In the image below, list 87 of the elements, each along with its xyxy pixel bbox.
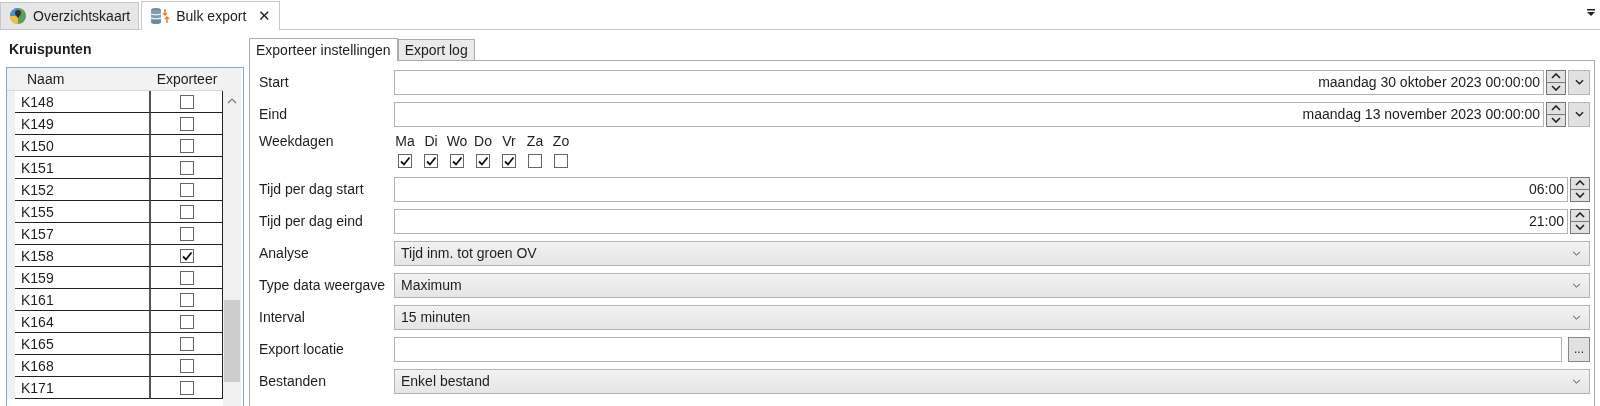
weekday-label: Di bbox=[424, 133, 438, 149]
table-cell: K165 bbox=[15, 333, 151, 355]
dropdown[interactable]: Enkel bestand bbox=[394, 368, 1590, 394]
table-cell: K157 bbox=[15, 223, 151, 245]
spin-buttons[interactable] bbox=[1570, 208, 1590, 234]
checkbox[interactable] bbox=[450, 154, 464, 168]
checkbox[interactable] bbox=[179, 314, 194, 329]
time-field[interactable]: 06:00 bbox=[394, 176, 1568, 202]
caret-icon bbox=[1574, 111, 1584, 117]
checkbox[interactable] bbox=[179, 358, 194, 373]
checkbox[interactable] bbox=[554, 154, 568, 168]
table-cell: K149 bbox=[15, 113, 151, 135]
table-cell: K171 bbox=[15, 377, 151, 399]
weekday-label: Wo bbox=[446, 133, 468, 149]
spin-buttons[interactable] bbox=[1546, 69, 1566, 95]
caret-icon bbox=[1572, 282, 1581, 288]
checkbox[interactable] bbox=[179, 292, 194, 307]
path-field[interactable] bbox=[394, 336, 1562, 362]
checkbox[interactable] bbox=[398, 154, 412, 168]
calendar-dropdown-button[interactable] bbox=[1568, 69, 1590, 95]
checkbox[interactable] bbox=[502, 154, 516, 168]
checkbox[interactable] bbox=[179, 248, 194, 263]
table-cell: K151 bbox=[15, 157, 151, 179]
spin-buttons[interactable] bbox=[1570, 176, 1590, 202]
calendar-dropdown-button[interactable] bbox=[1568, 101, 1590, 127]
table-cell: K148 bbox=[15, 91, 151, 113]
map-pin-icon bbox=[9, 7, 27, 25]
caret-icon bbox=[1572, 314, 1581, 320]
table-cell: K168 bbox=[15, 355, 151, 377]
field-label: Eind bbox=[258, 106, 289, 122]
spin-buttons[interactable] bbox=[1546, 101, 1566, 127]
tab[interactable]: Export log bbox=[397, 39, 475, 60]
table-cell: K155 bbox=[15, 201, 151, 223]
checkbox[interactable] bbox=[179, 336, 194, 351]
caret-icon bbox=[1574, 79, 1584, 85]
tab[interactable]: Exporteer instellingen bbox=[249, 38, 398, 61]
dropdown[interactable]: 15 minuten bbox=[394, 304, 1590, 330]
checkbox[interactable] bbox=[179, 204, 194, 219]
document-tab[interactable]: Overzichtskaart bbox=[0, 2, 140, 29]
weekday-label: Zo bbox=[552, 133, 570, 149]
scroll-up-icon[interactable] bbox=[227, 98, 237, 104]
table-cell: K161 bbox=[15, 289, 151, 311]
overflow-menu-icon[interactable] bbox=[1586, 8, 1596, 18]
close-button[interactable]: ✕ bbox=[258, 7, 272, 25]
date-time-field[interactable]: maandag 30 oktober 2023 00:00:00 bbox=[394, 69, 1544, 95]
caret-icon bbox=[1572, 378, 1581, 384]
checkbox[interactable] bbox=[179, 138, 194, 153]
checkbox[interactable] bbox=[179, 94, 194, 109]
checkbox[interactable] bbox=[179, 226, 194, 241]
field-label: Weekdagen bbox=[258, 133, 335, 149]
table-cell: K158 bbox=[15, 245, 151, 267]
weekday-label: Vr bbox=[502, 133, 516, 149]
field-label: Analyse bbox=[258, 245, 310, 261]
field-label: Start bbox=[258, 74, 290, 90]
checkbox[interactable] bbox=[476, 154, 490, 168]
checkbox[interactable] bbox=[179, 380, 194, 395]
field-label: Tijd per dag eind bbox=[258, 213, 364, 229]
column-header[interactable]: Exporteer bbox=[151, 68, 223, 90]
field-label: Export locatie bbox=[258, 341, 345, 357]
field-label: Type data weergave bbox=[258, 277, 387, 293]
scrollbar-thumb[interactable] bbox=[224, 300, 240, 382]
table-cell: K159 bbox=[15, 267, 151, 289]
table-cell: K150 bbox=[15, 135, 151, 157]
date-time-field[interactable]: maandag 13 november 2023 00:00:00 bbox=[394, 101, 1544, 127]
table-cell: K152 bbox=[15, 179, 151, 201]
table-cell: K164 bbox=[15, 311, 151, 333]
field-label: Bestanden bbox=[258, 373, 327, 389]
checkbox[interactable] bbox=[179, 270, 194, 285]
column-header[interactable]: Naam bbox=[15, 68, 151, 90]
checkbox[interactable] bbox=[179, 160, 194, 175]
panel-title: Kruispunten bbox=[8, 40, 93, 59]
time-field[interactable]: 21:00 bbox=[394, 208, 1568, 234]
field-label: Interval bbox=[258, 309, 306, 325]
checkbox[interactable] bbox=[424, 154, 438, 168]
weekday-label: Ma bbox=[395, 133, 415, 149]
database-icon bbox=[150, 7, 171, 25]
weekday-label: Za bbox=[526, 133, 544, 149]
browse-button[interactable]: ... bbox=[1568, 336, 1590, 362]
checkbox[interactable] bbox=[179, 116, 194, 131]
dropdown[interactable]: Maximum bbox=[394, 272, 1590, 298]
dropdown[interactable]: Tijd inm. tot groen OV bbox=[394, 240, 1590, 266]
caret-icon bbox=[1572, 250, 1581, 256]
document-tab[interactable]: Bulk export ✕ bbox=[141, 1, 281, 30]
checkbox[interactable] bbox=[528, 154, 542, 168]
checkbox[interactable] bbox=[179, 182, 194, 197]
field-label: Tijd per dag start bbox=[258, 181, 365, 197]
weekday-label: Do bbox=[474, 133, 492, 149]
